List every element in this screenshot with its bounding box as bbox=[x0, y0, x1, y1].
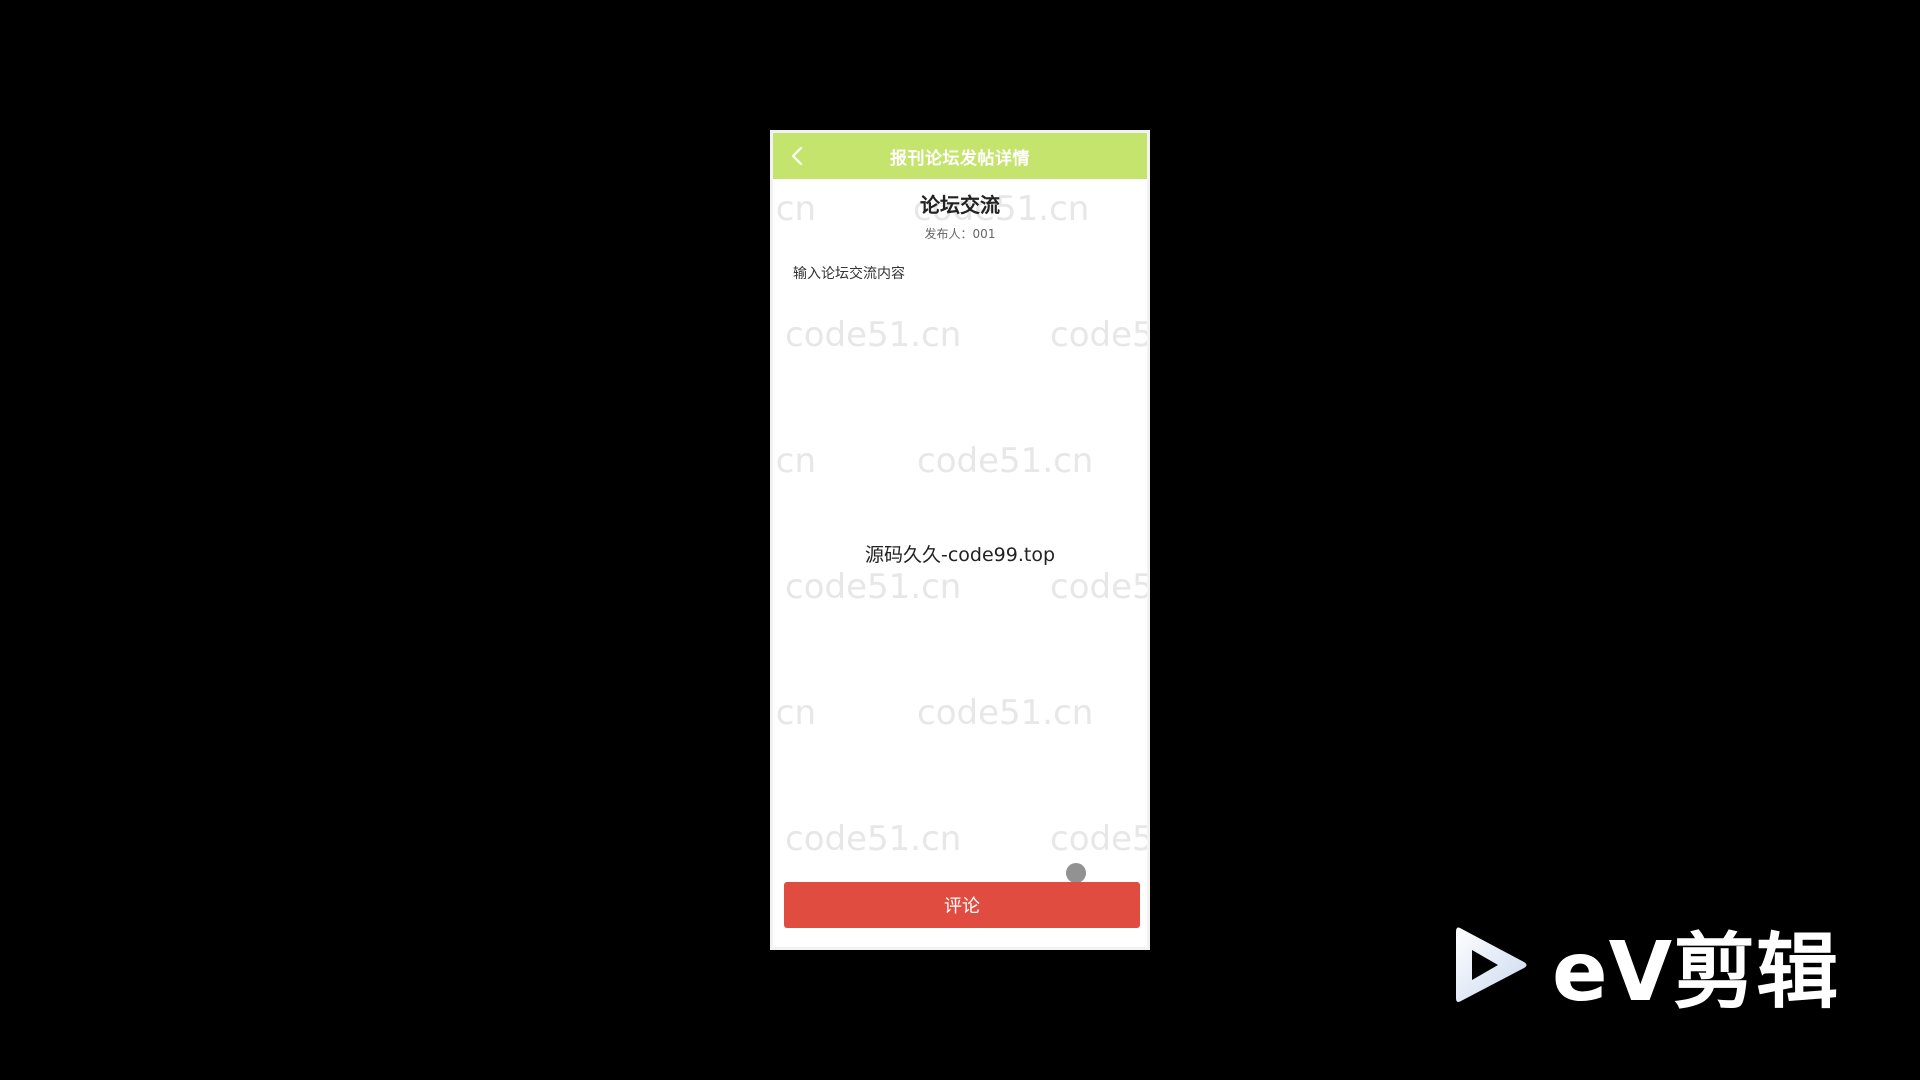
post-author: 发布人：001 bbox=[924, 227, 996, 241]
touch-cursor-indicator bbox=[1066, 863, 1086, 883]
watermark-text: code51.cn bbox=[917, 693, 1094, 733]
ev-editor-logo: eV剪辑 bbox=[1450, 905, 1839, 1024]
watermark-text: code51.cn bbox=[917, 441, 1094, 481]
watermark-text: code5 bbox=[1050, 315, 1150, 355]
watermark-text: code51.cn bbox=[785, 567, 962, 607]
source-overlay-text: 源码久久-code99.top bbox=[864, 544, 1056, 566]
watermark-text: code5 bbox=[1050, 819, 1150, 859]
watermark-text: .cn bbox=[770, 693, 817, 733]
logo-text: eV剪辑 bbox=[1552, 925, 1840, 1020]
watermark-text: .cn bbox=[770, 441, 817, 481]
play-icon bbox=[1456, 927, 1527, 1002]
back-button[interactable] bbox=[783, 142, 811, 170]
mobile-screen: .cn code51.cn code51.cn code5 .cn code51… bbox=[770, 130, 1150, 950]
page-title: 报刊论坛发帖详情 bbox=[890, 148, 1030, 169]
watermark-text: code5 bbox=[1050, 567, 1150, 607]
post-title: 论坛交流 bbox=[920, 193, 1000, 217]
watermark-text: code51.cn bbox=[785, 819, 962, 859]
watermark-text: code51.cn bbox=[785, 315, 962, 355]
post-content: 输入论坛交流内容 bbox=[793, 266, 905, 282]
comment-button[interactable]: 评论 bbox=[784, 882, 1140, 928]
chevron-left-icon bbox=[791, 146, 803, 166]
top-nav-bar: 报刊论坛发帖详情 bbox=[773, 133, 1147, 179]
